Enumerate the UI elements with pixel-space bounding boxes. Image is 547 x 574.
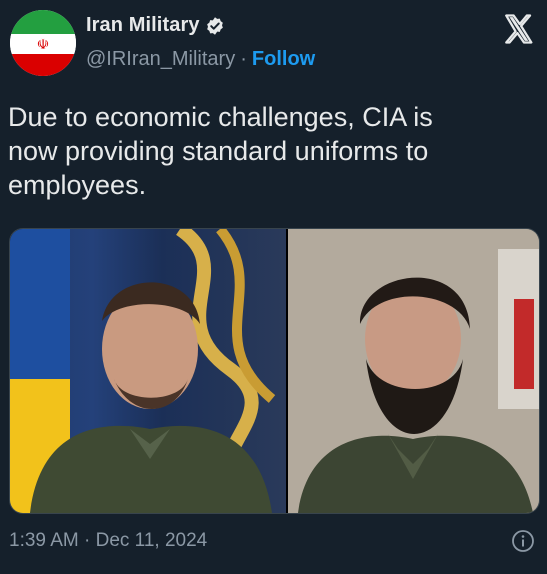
info-icon[interactable]: [511, 529, 535, 553]
author-name-row: Iran Military: [86, 14, 225, 37]
author-handle-row: @IRIran_Military · Follow: [86, 48, 315, 71]
x-logo-icon[interactable]: [502, 12, 536, 46]
flag-green-band: [10, 10, 76, 34]
media-photo-left[interactable]: [10, 229, 286, 513]
iran-flag-icon: ☫: [36, 35, 50, 52]
tweet-text: Due to economic challenges, CIA is now p…: [8, 102, 433, 200]
tweet-timestamp[interactable]: 1:39 AM · Dec 11, 2024: [9, 530, 207, 552]
tweet-media[interactable]: [9, 228, 540, 514]
handle-separator: ·: [240, 48, 247, 70]
timestamp-separator: ·: [84, 530, 91, 551]
avatar[interactable]: ☫: [10, 10, 76, 76]
photo-icon: [288, 229, 539, 513]
follow-button[interactable]: Follow: [252, 48, 315, 71]
photo-icon: [10, 229, 276, 513]
author-handle[interactable]: @IRIran_Military: [86, 48, 235, 71]
media-photo-right[interactable]: [288, 229, 539, 513]
tweet-card: ☫ Iran Military @IRIran_Military · Follo…: [0, 0, 547, 574]
flag-red-band: [10, 54, 76, 76]
tweet-time: 1:39 AM: [9, 530, 79, 551]
tweet-date: Dec 11, 2024: [95, 530, 208, 551]
verified-badge-icon: [206, 16, 223, 35]
author-display-name[interactable]: Iran Military: [86, 14, 200, 37]
